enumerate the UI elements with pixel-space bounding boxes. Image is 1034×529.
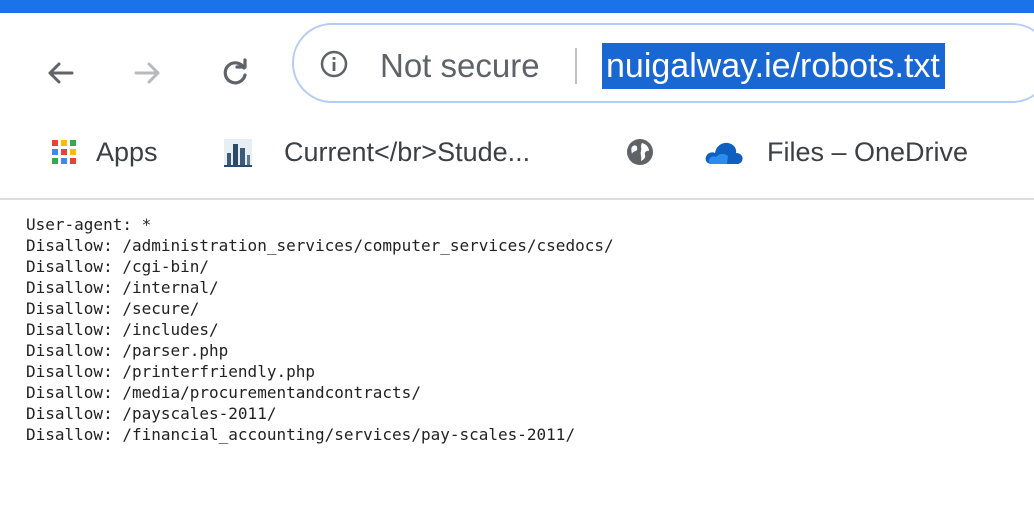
robots-txt-content: User-agent: * Disallow: /administration_s… <box>26 214 614 445</box>
info-icon[interactable] <box>320 50 348 78</box>
bookmark-apps[interactable]: Apps <box>50 132 158 172</box>
robots-line: Disallow: /includes/ <box>26 320 219 339</box>
robots-line: Disallow: /parser.php <box>26 341 229 360</box>
url-text[interactable]: nuigalway.ie/robots.txt <box>602 43 945 89</box>
robots-line: Disallow: /financial_accounting/services… <box>26 425 576 444</box>
bookmark-onedrive[interactable]: Files – OneDrive <box>703 132 968 172</box>
reload-icon <box>223 58 247 85</box>
building-icon <box>222 135 254 169</box>
robots-line: User-agent: * <box>26 215 152 234</box>
robots-line: Disallow: /internal/ <box>26 278 219 297</box>
forward-button[interactable] <box>128 53 168 93</box>
globe-icon <box>627 139 653 165</box>
reload-button[interactable] <box>215 53 255 93</box>
bookmark-current-student[interactable]: Current</br>Stude... <box>222 132 530 172</box>
apps-grid-icon <box>52 140 76 164</box>
bookmark-label: Apps <box>96 137 158 167</box>
cloud-icon <box>705 142 743 164</box>
arrow-left-icon <box>48 62 74 84</box>
security-label[interactable]: Not secure <box>380 46 540 86</box>
address-separator <box>575 48 577 84</box>
bookmark-label: Files – OneDrive <box>767 137 969 167</box>
robots-line: Disallow: /secure/ <box>26 299 200 318</box>
toolbar-divider <box>0 198 1034 200</box>
robots-line: Disallow: /cgi-bin/ <box>26 257 210 276</box>
robots-line: Disallow: /administration_services/compu… <box>26 236 614 255</box>
robots-line: Disallow: /printerfriendly.php <box>26 362 315 381</box>
arrow-right-icon <box>134 62 160 84</box>
robots-line: Disallow: /payscales-2011/ <box>26 404 277 423</box>
bookmark-label: Current</br>Stude... <box>284 137 531 167</box>
browser-accent-bar <box>0 0 1034 13</box>
robots-line: Disallow: /media/procurementandcontracts… <box>26 383 421 402</box>
bookmark-globe[interactable] <box>625 132 655 172</box>
back-button[interactable] <box>40 53 80 93</box>
